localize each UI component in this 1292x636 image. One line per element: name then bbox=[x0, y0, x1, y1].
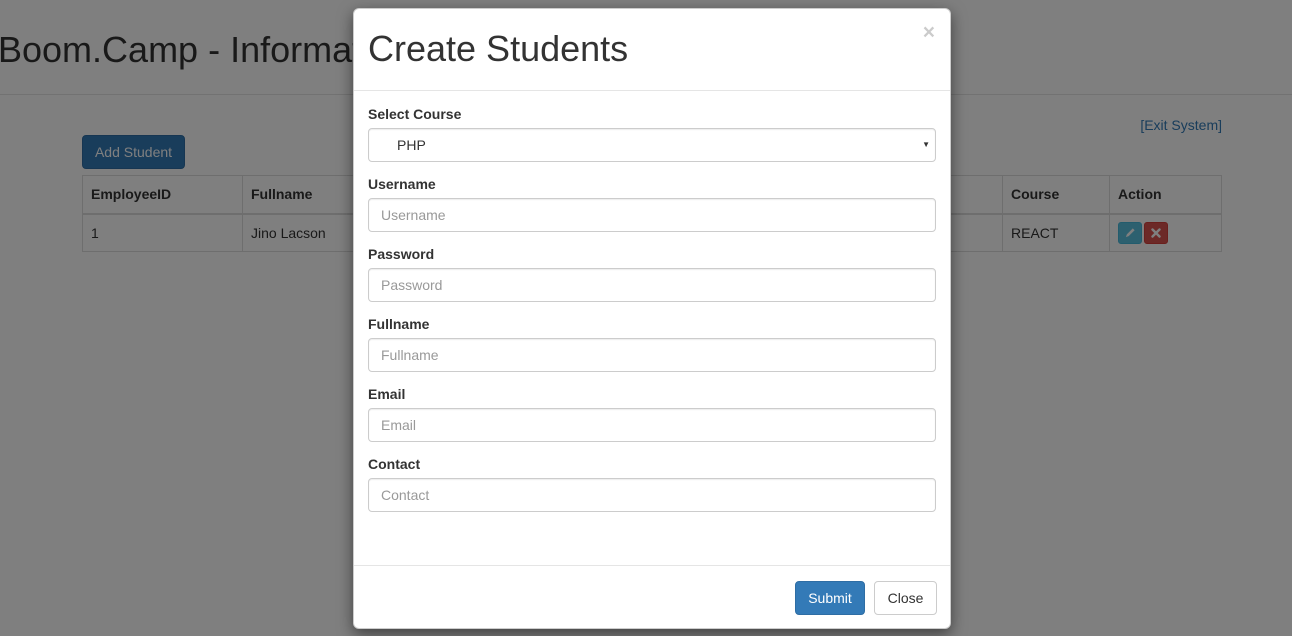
contact-group: Contact bbox=[368, 457, 936, 512]
course-label: Select Course bbox=[368, 106, 462, 122]
close-button[interactable]: Close bbox=[874, 581, 937, 615]
email-input[interactable] bbox=[368, 408, 936, 442]
fullname-label: Fullname bbox=[368, 316, 430, 332]
username-group: Username bbox=[368, 177, 936, 232]
email-group: Email bbox=[368, 387, 936, 442]
modal-title: Create Students bbox=[368, 28, 629, 69]
password-input[interactable] bbox=[368, 268, 936, 302]
modal-header: Create Students × bbox=[354, 9, 950, 91]
password-group: Password bbox=[368, 247, 936, 302]
email-label: Email bbox=[368, 386, 406, 402]
fullname-input[interactable] bbox=[368, 338, 936, 372]
submit-button[interactable]: Submit bbox=[795, 581, 865, 615]
contact-label: Contact bbox=[368, 456, 421, 472]
close-icon[interactable]: × bbox=[923, 22, 935, 43]
course-select[interactable]: PHP ▼ bbox=[368, 128, 936, 162]
contact-input[interactable] bbox=[368, 478, 936, 512]
username-input[interactable] bbox=[368, 198, 936, 232]
username-label: Username bbox=[368, 176, 436, 192]
course-group: Select Course PHP ▼ bbox=[368, 107, 936, 162]
course-select-value: PHP bbox=[397, 137, 426, 153]
modal-body: Select Course PHP ▼ Username Password Fu… bbox=[368, 107, 936, 527]
modal-footer: Submit Close bbox=[354, 565, 950, 630]
chevron-down-icon: ▼ bbox=[922, 140, 930, 149]
fullname-group: Fullname bbox=[368, 317, 936, 372]
create-students-modal: Create Students × Select Course PHP ▼ Us… bbox=[353, 8, 951, 629]
password-label: Password bbox=[368, 246, 435, 262]
